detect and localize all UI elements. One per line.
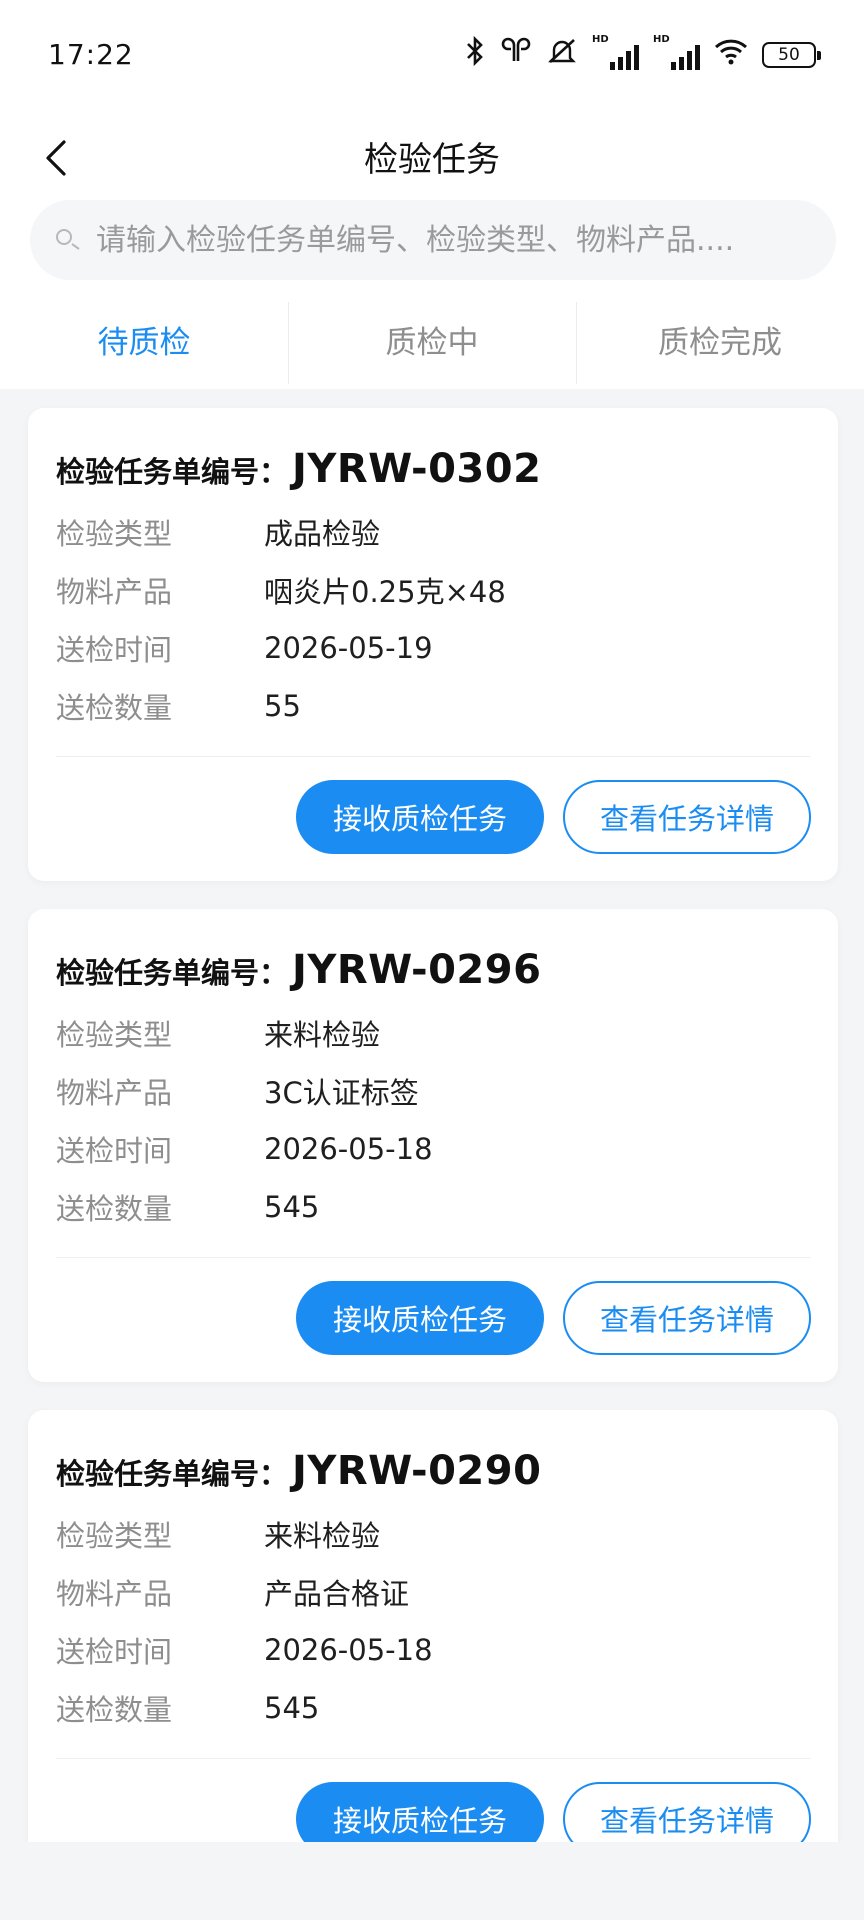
wifi-icon bbox=[714, 37, 748, 73]
type-value: 来料检验 bbox=[264, 1519, 381, 1553]
qty-label: 送检数量 bbox=[56, 691, 173, 725]
search-bar[interactable] bbox=[30, 200, 836, 280]
qty-label: 送检数量 bbox=[56, 1693, 173, 1727]
qty-value: 545 bbox=[264, 1691, 320, 1725]
bluetooth-icon bbox=[464, 35, 486, 74]
qty-row: 送检数量 545 bbox=[56, 1187, 319, 1227]
task-code-label: 检验任务单编号： bbox=[56, 455, 289, 489]
type-label: 检验类型 bbox=[56, 1519, 173, 1553]
time-value: 2026-05-18 bbox=[264, 1633, 433, 1667]
task-card: 检验任务单编号： JYRW-0296 检验类型 来料检验 物料产品 3C认证标签… bbox=[28, 909, 838, 1382]
tab-in-progress[interactable]: 质检中 bbox=[288, 298, 576, 389]
accept-task-button[interactable]: 接收质检任务 bbox=[296, 780, 544, 854]
earbuds-icon bbox=[500, 36, 532, 74]
time-row: 送检时间 2026-05-19 bbox=[56, 628, 433, 668]
product-label: 物料产品 bbox=[56, 575, 173, 609]
task-code: JYRW-0290 bbox=[292, 1448, 542, 1494]
header-area: 17:22 HD HD 50 检验任务 请输入检验任务单编号、检验类型、物料产品… bbox=[0, 0, 864, 389]
type-row: 检验类型 来料检验 bbox=[56, 1013, 380, 1053]
product-value: 产品合格证 bbox=[264, 1577, 410, 1611]
view-details-button[interactable]: 查看任务详情 bbox=[563, 1281, 811, 1355]
divider bbox=[56, 756, 810, 757]
product-row: 物料产品 3C认证标签 bbox=[56, 1071, 419, 1111]
battery-level: 50 bbox=[778, 45, 800, 65]
status-time: 17:22 bbox=[48, 38, 134, 71]
search-input[interactable] bbox=[96, 222, 816, 258]
time-label: 送检时间 bbox=[56, 1134, 173, 1168]
product-value: 咽炎片0.25克×48 bbox=[264, 575, 506, 609]
qty-value: 545 bbox=[264, 1190, 320, 1224]
view-details-button[interactable]: 查看任务详情 bbox=[563, 780, 811, 854]
status-icons: HD HD 50 bbox=[464, 34, 821, 74]
nav-bar: 检验任务 bbox=[0, 110, 864, 208]
time-label: 送检时间 bbox=[56, 1635, 173, 1669]
task-code-label: 检验任务单编号： bbox=[56, 1457, 289, 1491]
time-value: 2026-05-19 bbox=[264, 631, 433, 665]
product-value: 3C认证标签 bbox=[264, 1076, 419, 1110]
type-label: 检验类型 bbox=[56, 517, 173, 551]
type-value: 来料检验 bbox=[264, 1018, 381, 1052]
task-code-label: 检验任务单编号： bbox=[56, 956, 289, 990]
qty-value: 55 bbox=[264, 689, 301, 723]
task-code-row: 检验任务单编号： JYRW-0296 bbox=[56, 947, 541, 993]
page-title: 检验任务 bbox=[364, 140, 500, 180]
time-label: 送检时间 bbox=[56, 633, 173, 667]
bottom-area bbox=[0, 1842, 864, 1920]
tab-completed[interactable]: 质检完成 bbox=[576, 298, 864, 389]
battery-icon: 50 bbox=[762, 42, 821, 68]
task-code: JYRW-0296 bbox=[292, 947, 542, 993]
time-row: 送检时间 2026-05-18 bbox=[56, 1129, 433, 1169]
divider bbox=[56, 1257, 810, 1258]
status-bar: 17:22 HD HD 50 bbox=[0, 0, 864, 110]
tab-pending[interactable]: 待质检 bbox=[0, 298, 288, 389]
qty-label: 送检数量 bbox=[56, 1192, 173, 1226]
accept-task-button[interactable]: 接收质检任务 bbox=[296, 1281, 544, 1355]
signal-hd-icon: HD bbox=[592, 34, 639, 70]
signal-hd-icon: HD bbox=[653, 34, 700, 70]
product-label: 物料产品 bbox=[56, 1577, 173, 1611]
product-row: 物料产品 咽炎片0.25克×48 bbox=[56, 570, 506, 610]
type-row: 检验类型 来料检验 bbox=[56, 1514, 380, 1554]
task-list: 检验任务单编号： JYRW-0302 检验类型 成品检验 物料产品 咽炎片0.2… bbox=[28, 408, 838, 1911]
search-icon bbox=[56, 229, 80, 250]
hd-label: HD bbox=[653, 34, 670, 45]
task-card: 检验任务单编号： JYRW-0290 检验类型 来料检验 物料产品 产品合格证 … bbox=[28, 1410, 838, 1883]
type-value: 成品检验 bbox=[264, 517, 381, 551]
qty-row: 送检数量 545 bbox=[56, 1688, 319, 1728]
task-code-row: 检验任务单编号： JYRW-0302 bbox=[56, 446, 541, 492]
time-row: 送检时间 2026-05-18 bbox=[56, 1630, 433, 1670]
divider bbox=[56, 1758, 810, 1759]
hd-label: HD bbox=[592, 34, 609, 45]
product-label: 物料产品 bbox=[56, 1076, 173, 1110]
task-card: 检验任务单编号： JYRW-0302 检验类型 成品检验 物料产品 咽炎片0.2… bbox=[28, 408, 838, 881]
type-label: 检验类型 bbox=[56, 1018, 173, 1052]
product-row: 物料产品 产品合格证 bbox=[56, 1572, 409, 1612]
qty-row: 送检数量 55 bbox=[56, 686, 301, 726]
type-row: 检验类型 成品检验 bbox=[56, 512, 380, 552]
time-value: 2026-05-18 bbox=[264, 1132, 433, 1166]
task-code-row: 检验任务单编号： JYRW-0290 bbox=[56, 1448, 541, 1494]
mute-icon bbox=[546, 36, 578, 74]
status-tabs: 待质检 质检中 质检完成 bbox=[0, 298, 864, 389]
task-code: JYRW-0302 bbox=[292, 446, 542, 492]
